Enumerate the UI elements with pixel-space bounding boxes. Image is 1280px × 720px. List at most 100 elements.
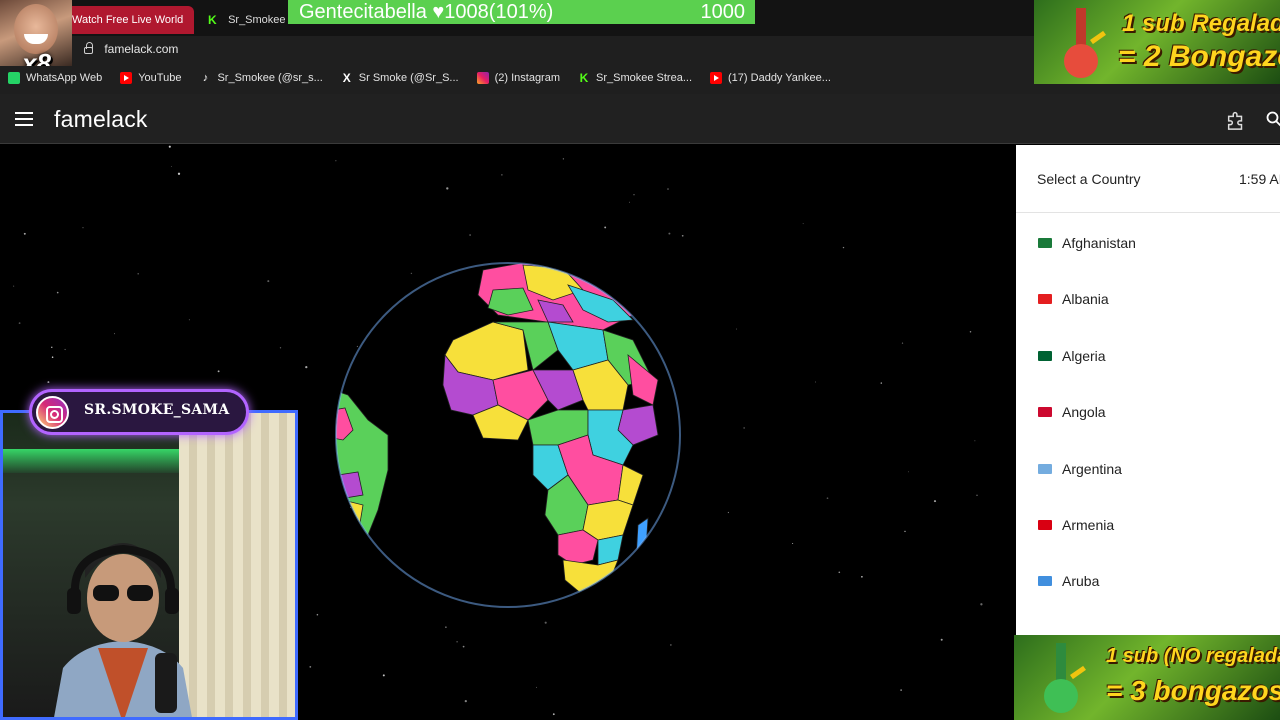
promo-banner-bottom: 1 sub (NO regalada) = 3 bongazos (1014, 635, 1280, 720)
country-item[interactable]: Aruba (1016, 561, 1280, 601)
star (838, 571, 841, 574)
country-name: Algeria (1062, 347, 1106, 364)
flag-icon (1038, 576, 1052, 587)
star (82, 227, 84, 229)
star (18, 322, 21, 324)
flag-icon (1038, 238, 1052, 248)
country-name: Argentina (1062, 460, 1122, 477)
star (633, 193, 635, 196)
star (562, 158, 565, 160)
country-name: Angola (1062, 404, 1106, 421)
bookmark-whatsapp[interactable]: WhatsApp Web (8, 72, 102, 84)
star (177, 172, 181, 175)
tab-sr-smokee[interactable]: K Sr_Smokee S (200, 6, 290, 34)
address-bar[interactable]: famelack.com (74, 38, 178, 60)
country-name: Aruba (1062, 573, 1100, 590)
bookmark-kick[interactable]: K Sr_Smokee Strea... (578, 72, 692, 84)
bookmark-tiktok[interactable]: ♪ Sr_Smokee (@sr_s... (199, 72, 323, 84)
star (940, 638, 943, 641)
star (305, 365, 308, 369)
reaction-webcam: x8 (0, 0, 72, 66)
search-icon[interactable] (1266, 111, 1280, 127)
star (826, 497, 829, 500)
star (980, 603, 983, 606)
tab-label: Sr_Smokee S (228, 14, 290, 26)
panel-header: Select a Country 1:59 AM (1016, 145, 1280, 213)
star (316, 613, 319, 616)
country-item[interactable]: Angola (1016, 392, 1280, 432)
app-bar: famelack (0, 94, 1280, 144)
multiplier-label: x8 (22, 48, 51, 66)
star (469, 234, 471, 236)
star (382, 674, 385, 677)
bookmark-instagram[interactable]: (2) Instagram (476, 72, 561, 84)
star (114, 333, 115, 335)
bookmarks-bar: WhatsApp Web YouTube ♪ Sr_Smokee (@sr_s.… (0, 66, 1030, 90)
tab-watch-free-live-world[interactable]: Watch Free Live World (64, 6, 194, 34)
country-item[interactable]: Afghanistan (1016, 223, 1280, 263)
star (667, 188, 669, 190)
star (170, 166, 172, 167)
star (267, 280, 270, 283)
panel-title: Select a Country (1037, 171, 1141, 187)
star (604, 226, 607, 229)
star (23, 232, 26, 235)
tiktok-icon: ♪ (202, 72, 209, 84)
brand-title[interactable]: famelack (54, 104, 148, 134)
bookmark-x[interactable]: X Sr Smoke (@Sr_S... (341, 72, 459, 84)
star (904, 530, 906, 533)
star (802, 223, 804, 225)
youtube-icon (710, 72, 723, 84)
bookmark-youtube[interactable]: YouTube (120, 72, 181, 84)
star (335, 160, 337, 162)
star (188, 319, 190, 321)
panel-time: 1:59 AM (1239, 171, 1280, 187)
flag-icon (1038, 350, 1052, 361)
goal-text: Gentecitabella ♥1008(101%) (299, 1, 554, 23)
star (446, 187, 449, 190)
star (56, 291, 59, 294)
puzzle-icon[interactable] (1225, 109, 1247, 131)
star (969, 331, 972, 333)
star (51, 346, 53, 348)
bookmark-label: (2) Instagram (494, 72, 561, 84)
star (792, 542, 794, 545)
led-strip (3, 449, 179, 473)
star (464, 699, 467, 703)
bong-icon (1064, 8, 1106, 78)
face (14, 4, 58, 54)
star (933, 500, 937, 503)
country-item[interactable]: Algeria (1016, 336, 1280, 376)
tab-label: Watch Free Live World (72, 14, 184, 26)
promo-top-line1: 1 sub Regalada (1122, 10, 1280, 37)
star (736, 328, 737, 330)
menu-icon[interactable] (15, 112, 33, 126)
country-item[interactable]: Albania (1016, 279, 1280, 319)
star (901, 342, 904, 344)
bong-icon (1044, 643, 1086, 713)
flag-icon (1038, 294, 1052, 305)
country-item[interactable]: Argentina (1016, 449, 1280, 489)
star (670, 644, 672, 646)
country-panel: Select a Country 1:59 AM Afghanistan Alba… (1016, 145, 1280, 720)
bookmark-label: Sr Smoke (@Sr_S... (358, 72, 459, 84)
country-name: Armenia (1062, 517, 1115, 533)
promo-banner-top: 1 sub Regalada = 2 Bongazos (1034, 0, 1280, 84)
country-item[interactable]: Armenia (1016, 505, 1280, 545)
bookmark-label: WhatsApp Web (26, 72, 103, 84)
star (842, 246, 845, 249)
country-name: Albania (1062, 291, 1109, 308)
globe[interactable] (319, 246, 697, 624)
star (462, 645, 465, 648)
star (668, 232, 671, 235)
promo-top-line2: = 2 Bongazos (1118, 40, 1280, 73)
flag-icon (1038, 520, 1052, 530)
star (681, 234, 684, 237)
bookmark-daddy-yankee[interactable]: (17) Daddy Yankee... (710, 72, 831, 84)
star (900, 689, 902, 691)
streamer-webcam (0, 410, 298, 720)
star (536, 686, 537, 688)
star (501, 174, 503, 176)
star (815, 381, 816, 383)
promo-bottom-line1: 1 sub (NO regalada) (1106, 645, 1280, 667)
